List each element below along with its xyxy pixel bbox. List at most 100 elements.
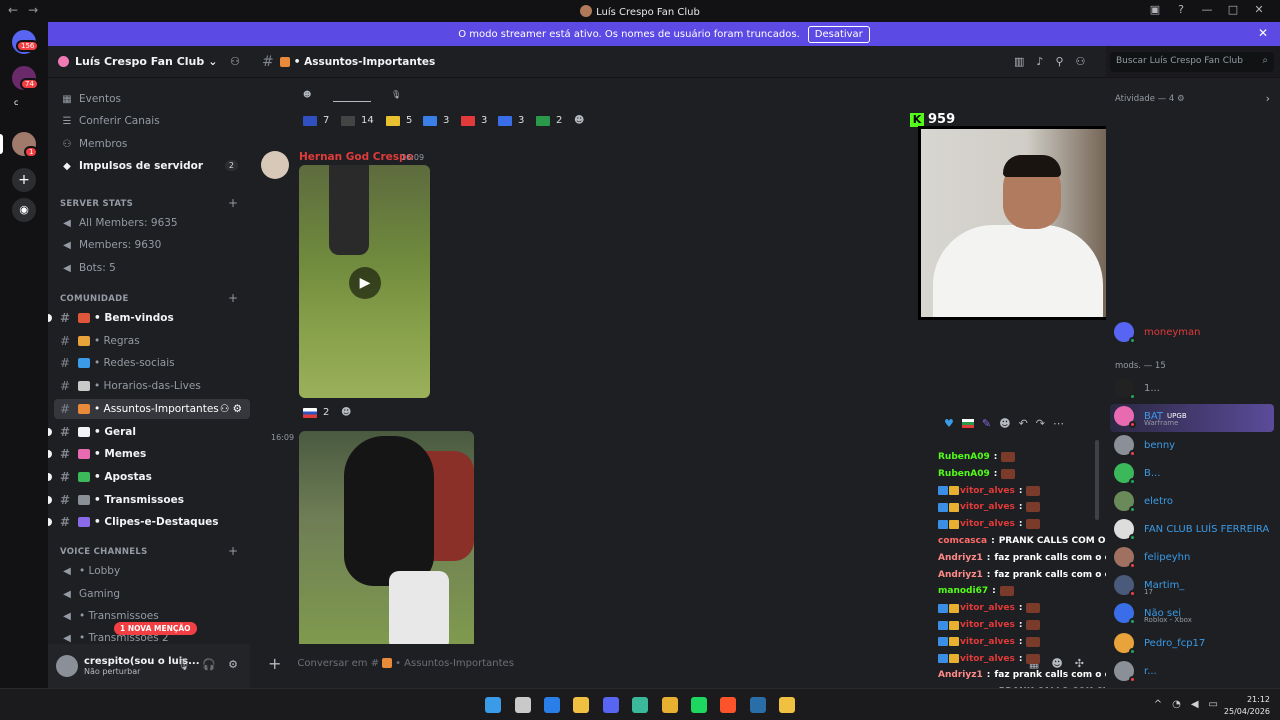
settings-gear-icon[interactable]: ⚙ [228,658,238,671]
add-channel-icon[interactable]: + [228,544,238,558]
attach-plus-icon[interactable]: + [268,654,281,673]
pin-icon[interactable]: ⚲ [1055,55,1063,68]
member-item[interactable]: felipeyhn [1114,547,1190,569]
events-item[interactable]: ▦ Eventos [60,90,121,108]
reaction-chip[interactable]: 3 [498,115,524,126]
reaction-chip[interactable]: 3 [461,115,487,126]
new-mention-pill[interactable]: 1 NOVA MENÇÃO [114,622,197,635]
play-icon[interactable]: ▶ [349,267,381,299]
stat-channel[interactable]: ◀ All Members: 9635 [60,214,177,232]
member-list-icon[interactable]: ⚇ [1076,55,1086,68]
inbox-icon[interactable]: ▣ [1142,3,1168,16]
close-banner-icon[interactable]: ✕ [1258,26,1268,40]
more-options-icon[interactable]: ⋯ [1053,417,1064,430]
add-channel-icon[interactable]: + [228,291,238,305]
member-item[interactable]: moneyman [1114,322,1200,344]
channel-item[interactable]: # • Horarios-das-Lives [54,376,250,396]
chevron-up-icon[interactable]: ^ [1154,699,1162,710]
channel-settings-icon[interactable]: ⚇ ⚙ [220,403,242,415]
voice-channel-gaming[interactable]: ◀ Gaming [60,585,120,603]
search-input[interactable]: Buscar Luís Crespo Fan Club ⌕ [1110,52,1274,72]
volume-icon[interactable]: ◀ [1191,699,1199,710]
app-green-icon[interactable] [632,697,648,713]
reaction-chip[interactable]: 5 [386,115,412,126]
member-item[interactable]: 1... [1114,378,1160,400]
emoji-icon[interactable]: ☻ [1051,657,1062,670]
member-item[interactable]: eletro [1114,491,1173,513]
category-server-stats[interactable]: SERVER STATS [60,199,133,209]
microphone-icon[interactable]: 🎙 [176,658,190,671]
channel-item[interactable]: # • Apostas [54,467,250,487]
stat-channel[interactable]: ◀ Members: 9630 [60,236,161,254]
discord-icon[interactable] [603,697,619,713]
member-item[interactable]: Pedro_fcp17 [1114,633,1205,655]
channel-item[interactable]: # • Bem-vindos [54,308,250,328]
spotify-icon[interactable] [691,697,707,713]
explore-icon[interactable]: ◉ [12,198,36,222]
battery-icon[interactable]: ▭ [1209,699,1218,710]
member-item[interactable]: Não sei Roblox - Xbox [1114,603,1192,625]
member-item[interactable]: Martim_ 17 [1114,575,1184,597]
invite-people-icon[interactable]: ⚇ [230,55,240,68]
add-channel-icon[interactable]: + [228,196,238,210]
channel-item[interactable]: # • Clipes-e-Destaques [54,512,250,532]
add-server-icon[interactable]: + [12,168,36,192]
heart-reaction-icon[interactable]: ♥ [944,417,954,430]
feather-icon[interactable]: ✎ [982,417,991,430]
channel-item[interactable]: # • Transmissoes [54,490,250,510]
image-attachment[interactable] [299,431,474,644]
reaction-chip[interactable]: 3 [423,115,449,126]
members-item[interactable]: ⚇ Membros [60,135,128,153]
wifi-icon[interactable]: ◔ [1172,699,1181,710]
search-taskbar-icon[interactable] [515,697,531,713]
avatar[interactable] [261,151,289,179]
channel-item[interactable]: # • Redes-sociais [54,353,250,373]
member-item[interactable]: B... [1114,463,1160,485]
category-comunidade[interactable]: COMUNIDADE [60,294,129,304]
reply-icon[interactable]: ↶ [1019,417,1028,430]
threads-icon[interactable]: ▥ [1014,55,1024,68]
add-reaction-icon[interactable]: ☻ [574,115,584,126]
channel-item[interactable]: # • Memes [54,444,250,464]
chevron-right-icon[interactable]: › [1266,92,1270,105]
reaction-chip[interactable]: 14 [341,115,374,126]
add-reaction-icon[interactable]: ☻ [999,417,1010,430]
channel-item[interactable]: # • Geral [54,422,250,442]
server-boosts-item[interactable]: ◆ Impulsos de servidor [60,157,203,175]
clock[interactable]: 21:12 25/04/2026 [1224,694,1270,718]
steam-icon[interactable] [750,697,766,713]
reaction-chip[interactable]: 2 [303,407,329,418]
reaction-chip[interactable]: 7 [303,115,329,126]
member-item[interactable]: benny [1114,435,1175,457]
forward-icon[interactable]: ↷ [1036,417,1045,430]
close-window-icon[interactable]: ✕ [1246,3,1272,16]
server-folder-label[interactable]: c [14,98,18,107]
bulgaria-flag-icon[interactable] [961,418,974,428]
member-item[interactable]: BAT UPGB Warframe [1114,406,1187,428]
member-item[interactable]: FAN CLUB LUÍS FERREIRA [1114,519,1269,541]
category-voice-channels[interactable]: VOICE CHANNELS [60,547,148,557]
server-header[interactable]: Luís Crespo Fan Club ⌄ ⚇ [48,46,250,78]
add-reaction-icon[interactable]: ☻ [341,407,351,418]
browse-channels-item[interactable]: ☰ Conferir Canais [60,112,160,130]
help-icon[interactable]: ? [1168,3,1194,16]
avatar[interactable] [56,655,78,677]
channel-item[interactable]: # • Assuntos-Importantes ⚇ ⚙ [54,398,250,419]
message-author[interactable]: Hernan God Crespo [299,151,414,163]
app-yellow-icon[interactable] [779,697,795,713]
disable-streamer-button[interactable]: Desativar [807,25,870,43]
apps-icon[interactable]: ✣ [1075,657,1084,670]
scrollbar[interactable] [1095,440,1099,520]
stat-channel[interactable]: ◀ Bots: 5 [60,259,116,277]
edge-icon[interactable] [544,697,560,713]
windows-start-icon[interactable] [485,697,501,713]
reaction-chip[interactable]: 2 [536,115,562,126]
headphones-icon[interactable]: 🎧 [202,658,216,671]
video-attachment[interactable]: ▶ [299,165,430,398]
activity-header[interactable]: Atividade — 4 ⚙ [1115,94,1185,104]
member-item[interactable]: r... [1114,661,1157,683]
channel-item[interactable]: # • Regras [54,331,250,351]
voice-channel-lobby[interactable]: ◀ • Lobby [60,562,120,580]
folder-icon[interactable] [573,697,589,713]
minimize-icon[interactable]: — [1194,3,1220,16]
